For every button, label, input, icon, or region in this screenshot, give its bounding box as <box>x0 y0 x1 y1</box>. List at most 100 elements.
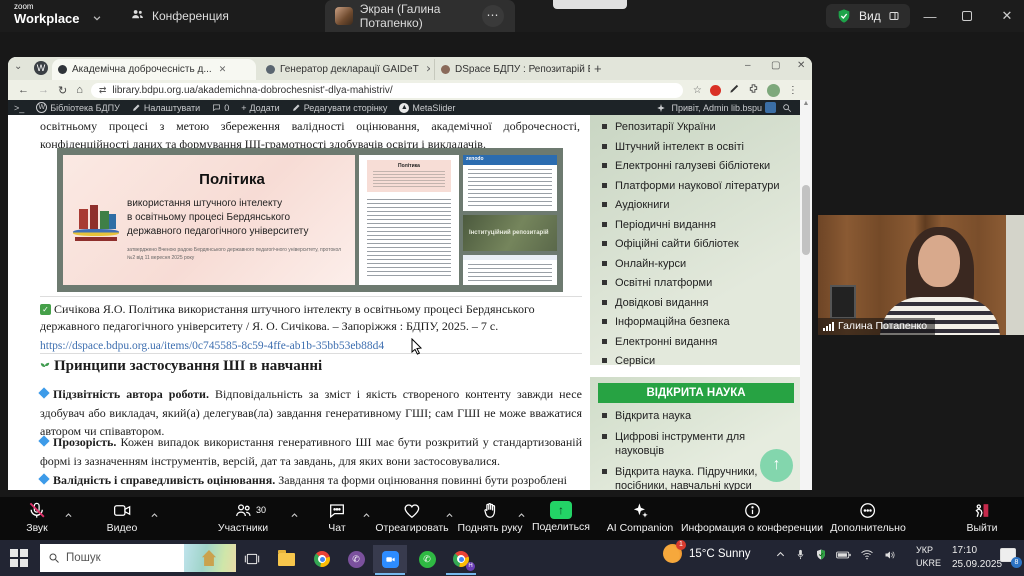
mute-options-caret[interactable] <box>64 507 73 525</box>
sidebar-item[interactable]: Аудіокниги <box>602 199 800 211</box>
chat-button[interactable]: Чат <box>328 501 347 534</box>
editor-pen-icon[interactable] <box>729 81 740 99</box>
language-indicator[interactable]: УКР UKRE <box>916 544 941 570</box>
tray-volume-icon[interactable] <box>883 549 896 561</box>
sidebar-item[interactable]: Відкрита наука <box>602 410 782 424</box>
principle-text: Завдання та форми оцінювання повинні бут… <box>275 473 567 487</box>
extensions-puzzle-icon[interactable] <box>748 81 759 99</box>
tab-meeting[interactable]: Конференция <box>120 0 239 32</box>
mute-button[interactable]: Звук <box>26 501 48 534</box>
policy-slide-image[interactable]: Політика використання штучного інтелекту… <box>57 148 563 292</box>
participant-video[interactable]: Галина Потапенко <box>818 215 1024 335</box>
close-button[interactable]: ✕ <box>990 0 1024 32</box>
minimize-button[interactable]: — <box>913 0 947 32</box>
sidebar-item[interactable]: Платформи наукової літератури <box>602 180 800 192</box>
wp-metaslider[interactable]: ▲ MetaSlider <box>399 102 455 113</box>
tray-expand-icon[interactable] <box>775 549 786 560</box>
address-bar[interactable]: ⇄ library.bdpu.org.ua/akademichna-dobroc… <box>90 82 683 98</box>
sidebar-item[interactable]: Офіційні сайти бібліотек <box>602 238 800 250</box>
notification-center-button[interactable]: 8 <box>1000 548 1022 568</box>
sidebar-item[interactable]: Сервіси <box>602 355 800 367</box>
new-tab-button[interactable]: + <box>594 61 602 76</box>
leave-button[interactable]: Выйти <box>966 501 998 534</box>
zoom-app-button[interactable] <box>373 545 407 573</box>
chrome-button[interactable] <box>305 545 339 573</box>
admin-collapse-icon[interactable]: >_ <box>14 103 24 113</box>
dspace-link[interactable]: https://dspace.bdpu.org.ua/items/0c74558… <box>40 338 582 355</box>
sidebar-item[interactable]: Електронні видання <box>602 336 800 348</box>
pinned-tab-favicon[interactable]: W <box>34 61 48 75</box>
wp-site-menu[interactable]: W Бібліотека БДПУ <box>36 102 120 113</box>
wp-add-new[interactable]: + Додати <box>241 103 279 113</box>
sidebar-item[interactable]: Штучний інтелект в освіті <box>602 141 800 153</box>
tray-mic-icon[interactable] <box>795 548 806 561</box>
tray-battery-icon[interactable] <box>836 550 851 560</box>
sidebar-item[interactable]: Електронні галузеві бібліотеки <box>602 160 800 172</box>
scrollbar-thumb[interactable] <box>802 185 810 255</box>
sidebar-item[interactable]: Репозитарії України <box>602 121 800 133</box>
page-scrollbar[interactable]: ▲ <box>800 100 812 490</box>
back-icon[interactable]: ← <box>18 84 29 97</box>
tab-search-icon[interactable]: ⌄ <box>14 61 22 72</box>
participants-options-caret[interactable] <box>290 507 299 525</box>
maximize-button[interactable] <box>950 0 984 32</box>
browser-tab-1[interactable]: Академічна доброчесність д... ✕ <box>52 59 256 80</box>
extension-red-icon[interactable] <box>709 84 721 96</box>
forward-icon[interactable]: → <box>38 84 49 97</box>
viber-button[interactable]: ✆ <box>339 545 373 573</box>
sidebar-item[interactable]: Відкрита наука. Підручники, посібники, н… <box>602 466 782 490</box>
tab2-close-icon[interactable]: ✕ <box>426 64 430 75</box>
sidebar-item[interactable]: Періодичні видання <box>602 219 800 231</box>
wp-edit-page[interactable]: Редагувати сторінку <box>292 103 387 113</box>
chrome-profile-button[interactable]: H <box>444 545 478 573</box>
file-explorer-button[interactable] <box>269 545 303 573</box>
tray-security-icon[interactable] <box>815 548 827 561</box>
chevron-down-icon[interactable] <box>92 10 102 28</box>
raise-hand-options-caret[interactable] <box>517 507 526 525</box>
more-tabs-button[interactable]: ⋯ <box>482 5 504 27</box>
security-shield-icon[interactable] <box>836 8 852 24</box>
raise-hand-button[interactable]: Поднять руку <box>458 501 522 534</box>
site-settings-icon[interactable]: ⇄ <box>99 85 107 96</box>
view-button[interactable]: Вид <box>826 4 910 28</box>
reload-icon[interactable]: ↻ <box>58 84 67 97</box>
scroll-to-top-button[interactable]: ↑ <box>760 449 793 482</box>
browser-tab-3[interactable]: DSpace БДПУ : Репозитарій Б... ✕ <box>434 59 590 80</box>
start-button[interactable] <box>10 549 28 567</box>
taskbar-search[interactable]: Пошук <box>40 544 236 572</box>
browser-minimize-button[interactable]: – <box>745 60 751 71</box>
tray-wifi-icon[interactable] <box>860 549 874 560</box>
wp-account-menu[interactable]: Привіт, Admin lib.bspu <box>672 102 776 113</box>
sidebar-item[interactable]: Цифрові інструменти для науковців <box>602 431 782 459</box>
meeting-info-button[interactable]: Информация о конференции <box>681 501 823 534</box>
scrollbar-up-icon[interactable]: ▲ <box>800 100 812 107</box>
sidebar-item[interactable]: Інформаційна безпека <box>602 316 800 328</box>
tab1-close-icon[interactable]: ✕ <box>219 64 227 75</box>
taskbar-clock[interactable]: 17:10 25.09.2025 <box>952 544 1002 572</box>
profile-avatar[interactable] <box>766 83 780 97</box>
browser-close-button[interactable]: ✕ <box>797 60 805 71</box>
whatsapp-button[interactable]: ✆ <box>410 545 444 573</box>
weather-widget[interactable]: 1 15°C Sunny <box>663 540 751 563</box>
ai-companion-button[interactable]: AI Companion <box>607 501 673 534</box>
task-view-button[interactable] <box>235 545 269 573</box>
chat-options-caret[interactable] <box>362 507 371 525</box>
weather-badge: 1 <box>676 540 686 550</box>
sidebar-item[interactable]: Освітні платформи <box>602 277 800 289</box>
browser-maximize-button[interactable]: ▢ <box>771 60 780 71</box>
sidebar-item[interactable]: Онлайн-курси <box>602 258 800 270</box>
video-button[interactable]: Видео <box>107 501 137 534</box>
wp-customize[interactable]: Налаштувати <box>132 103 200 113</box>
wp-comments[interactable]: 0 <box>212 103 229 113</box>
browser-tab-2[interactable]: Генератор декларації GAIDeT ✕ <box>260 59 430 80</box>
sidebar-item[interactable]: Довідкові видання <box>602 297 800 309</box>
more-options-button[interactable]: Дополнительно <box>830 501 906 534</box>
react-button[interactable]: Отреагировать <box>375 501 449 534</box>
share-screen-button[interactable]: ↑ Поделиться <box>532 501 590 533</box>
browser-menu-icon[interactable]: ⋮ <box>788 85 798 96</box>
react-options-caret[interactable] <box>445 507 454 525</box>
home-icon[interactable]: ⌂ <box>76 84 83 97</box>
bookmark-star-icon[interactable]: ☆ <box>693 85 702 96</box>
video-options-caret[interactable] <box>150 507 159 525</box>
audio-signal-icon <box>823 321 834 331</box>
